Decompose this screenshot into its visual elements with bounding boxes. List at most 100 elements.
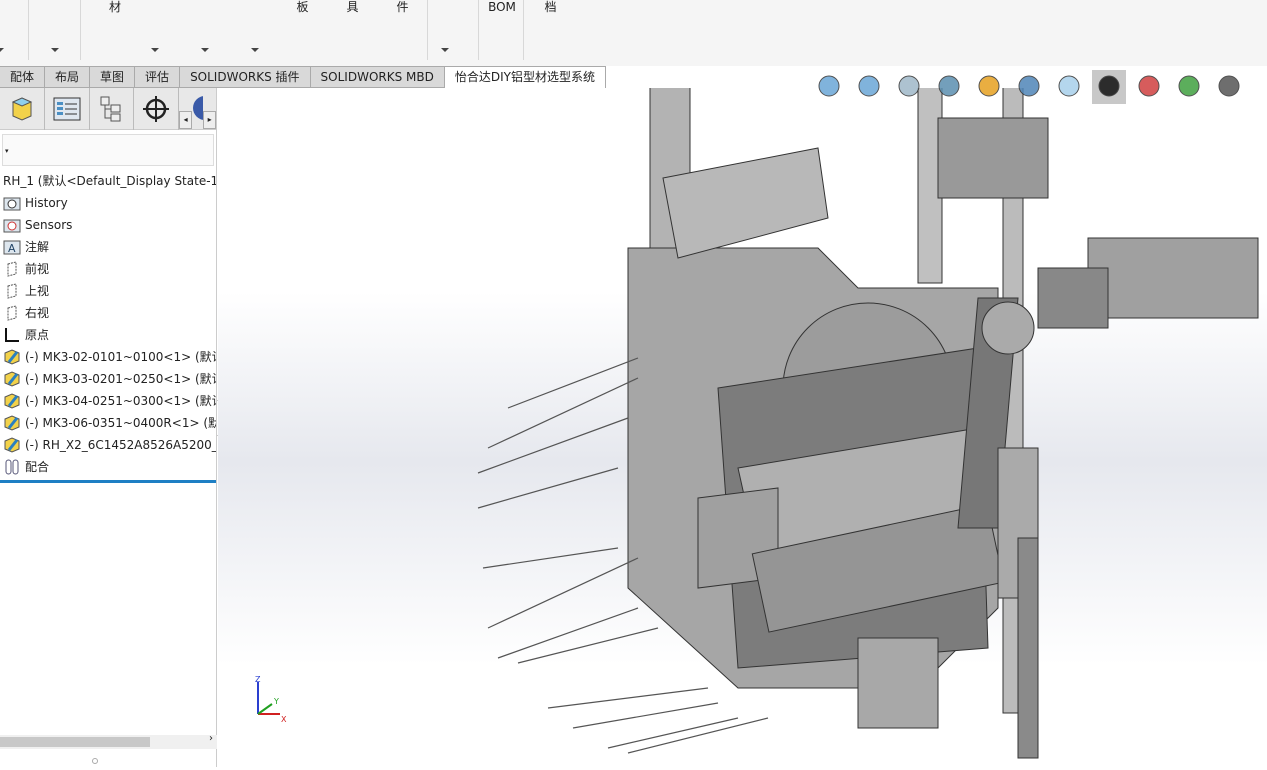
ribbon-button[interactable]: 接件 xyxy=(140,0,170,1)
ribbon-button-label: 生成BOM xyxy=(488,0,516,14)
plane-icon xyxy=(3,261,21,277)
tree-item[interactable]: 右视 xyxy=(0,302,216,324)
origin-icon xyxy=(3,327,21,343)
ribbon-button-label: 帮助文档 xyxy=(532,0,568,14)
tree-item[interactable]: (-) MK3-02-0101~0100<1> (默认 xyxy=(0,346,216,368)
tree-item-label: 前视 xyxy=(25,262,50,276)
tree-item[interactable]: A 注解 xyxy=(0,236,216,258)
rollback-bar[interactable] xyxy=(0,480,216,483)
tree-root[interactable]: RH_1 (默认<Default_Display State-1> xyxy=(0,170,216,192)
coordinate-triad: Z Y X xyxy=(255,676,287,724)
ribbon-button-label: 删除配件 xyxy=(384,0,420,14)
dropdown-arrow-icon[interactable] xyxy=(51,48,59,52)
zoom-to-fit-icon[interactable] xyxy=(812,70,846,104)
scroll-right-arrow-icon[interactable]: › xyxy=(209,733,213,744)
subassembly-icon xyxy=(3,415,21,431)
previous-view-icon[interactable] xyxy=(892,70,926,104)
ribbon-button[interactable]: 护栏 xyxy=(40,0,70,1)
tree-item-label: (-) MK3-03-0201~0250<1> (默认 xyxy=(25,372,216,386)
hide-show-items-icon[interactable] xyxy=(1092,70,1126,104)
ribbon-button[interactable]: 机架封板 xyxy=(280,0,325,14)
tab[interactable]: 配体 xyxy=(0,66,46,88)
command-manager-ribbon: 臂 护栏 机架型材 接件 件 机架封板机架工具删除配件 生成BOM 帮助文档 xyxy=(0,0,1267,66)
tree-item-label: (-) MK3-06-0351~0400R<1> (默认 xyxy=(25,416,216,430)
tree-item-label: History xyxy=(25,196,68,210)
display-style-icon[interactable] xyxy=(1052,70,1086,104)
sensors-folder-icon xyxy=(3,217,21,233)
tab[interactable]: SOLIDWORKS MBD xyxy=(310,66,445,88)
view-settings-icon[interactable] xyxy=(1212,70,1246,104)
ribbon-separator xyxy=(28,0,29,60)
tree-item[interactable]: (-) RH_X2_6C1452A8526A5200_X( xyxy=(0,434,216,456)
configuration-manager-tab[interactable] xyxy=(90,88,135,130)
tree-item-label: (-) MK3-04-0251~0300<1> (默认 xyxy=(25,394,216,408)
ribbon-button[interactable]: 件 xyxy=(190,0,220,1)
section-view-icon[interactable] xyxy=(932,70,966,104)
tree-item[interactable]: 前视 xyxy=(0,258,216,280)
property-manager-tab[interactable] xyxy=(45,88,90,130)
ribbon-button-label: 护栏 xyxy=(43,0,67,1)
dropdown-arrow-icon[interactable] xyxy=(151,48,159,52)
dropdown-arrow-icon[interactable] xyxy=(441,48,449,52)
feature-manager-tab[interactable] xyxy=(0,88,45,130)
feature-manager-panel: ◂ ▸ ▾ RH_1 (默认<Default_Display State-1> … xyxy=(0,88,226,767)
tab[interactable]: 怡合达DIY铝型材选型系统 xyxy=(444,66,606,88)
view-orientation-icon[interactable] xyxy=(1012,70,1046,104)
ribbon-button-label: 机架工具 xyxy=(334,0,370,14)
ribbon-button-label: 机架封板 xyxy=(284,0,320,14)
dropdown-arrow-icon[interactable] xyxy=(0,48,4,52)
command-manager-tabs: 配体 布局 草图 评估 SOLIDWORKS 插件 SOLIDWORKS MBD 怡合达DI… xyxy=(0,66,606,88)
dropdown-arrow-icon[interactable] xyxy=(201,48,209,52)
tree-item[interactable]: History xyxy=(0,192,216,214)
tree-item[interactable]: 配合 xyxy=(0,456,216,478)
apply-scene-icon[interactable] xyxy=(1172,70,1206,104)
ribbon-separator xyxy=(478,0,479,60)
annotations-folder-icon: A xyxy=(3,239,21,255)
tree-item[interactable]: (-) MK3-06-0351~0400R<1> (默认 xyxy=(0,412,216,434)
tree-item[interactable]: Sensors xyxy=(0,214,216,236)
assembly-model[interactable] xyxy=(218,82,1267,767)
scroll-left-icon[interactable]: ◂ xyxy=(179,111,193,129)
tree-item[interactable]: (-) MK3-04-0251~0300<1> (默认 xyxy=(0,390,216,412)
tab[interactable]: 布局 xyxy=(45,66,91,88)
ribbon-button[interactable]: 帮助文档 xyxy=(528,0,573,14)
dynamic-annotation-icon[interactable] xyxy=(972,70,1006,104)
graphics-viewport[interactable]: Z Y X xyxy=(218,70,1267,767)
horizontal-scrollbar[interactable]: › xyxy=(0,733,217,749)
subassembly-icon xyxy=(3,393,21,409)
zoom-to-area-icon[interactable] xyxy=(852,70,886,104)
display-manager-tab[interactable]: ◂ xyxy=(179,88,204,130)
resize-handle[interactable] xyxy=(92,758,98,764)
tree-root-label: RH_1 (默认<Default_Display State-1> xyxy=(3,174,216,188)
panel-tabs: ◂ ▸ xyxy=(0,88,216,130)
tree-filter[interactable]: ▾ xyxy=(2,134,214,166)
dimxpert-manager-tab[interactable] xyxy=(134,88,180,130)
subassembly-icon xyxy=(3,371,21,387)
ribbon-button[interactable]: 删除配件 xyxy=(380,0,425,14)
scroll-right-icon[interactable]: ▸ xyxy=(203,111,216,129)
ribbon-button[interactable]: 机架型材 xyxy=(95,0,135,14)
ribbon-button-label: 接件 xyxy=(143,0,167,1)
ribbon-button[interactable]: 臂 xyxy=(0,0,10,1)
mates-icon xyxy=(3,459,21,475)
svg-text:A: A xyxy=(8,242,16,255)
tree-item[interactable]: 原点 xyxy=(0,324,216,346)
tab[interactable]: SOLIDWORKS 插件 xyxy=(180,66,311,88)
tree-item-label: (-) RH_X2_6C1452A8526A5200_X( xyxy=(25,438,216,452)
ribbon-button[interactable]: 机架工具 xyxy=(330,0,375,14)
feature-tree: History Sensors A 注解前视上视 右视 原点 (-) MK3-02-0101… xyxy=(0,192,216,478)
triad-z-label: Z xyxy=(255,676,261,684)
dropdown-arrow-icon[interactable] xyxy=(251,48,259,52)
ribbon-button[interactable]: 生成BOM xyxy=(487,0,517,14)
plane-icon xyxy=(3,283,21,299)
edit-appearance-icon[interactable] xyxy=(1132,70,1166,104)
tab[interactable]: 评估 xyxy=(135,66,181,88)
history-folder-icon xyxy=(3,195,21,211)
tab[interactable]: 草图 xyxy=(90,66,136,88)
tree-item[interactable]: 上视 xyxy=(0,280,216,302)
tree-item-label: (-) MK3-02-0101~0100<1> (默认 xyxy=(25,350,216,364)
tree-item-label: 配合 xyxy=(25,460,50,474)
heads-up-view-toolbar xyxy=(812,70,1246,104)
tree-item[interactable]: (-) MK3-03-0201~0250<1> (默认 xyxy=(0,368,216,390)
filter-dropdown-icon[interactable]: ▾ xyxy=(5,147,9,155)
